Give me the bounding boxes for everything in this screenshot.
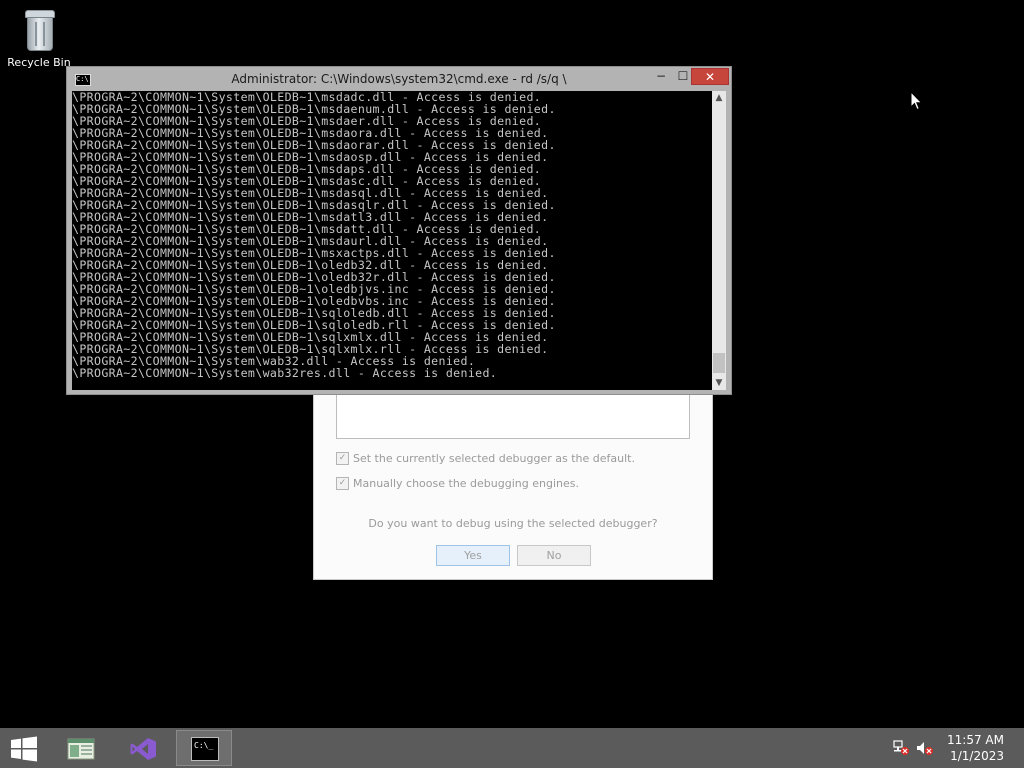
checkbox-checked-icon: ✓ [336, 477, 349, 490]
vertical-scrollbar[interactable]: ▲ ▼ [712, 91, 726, 390]
taskbar-button-explorer[interactable] [52, 730, 108, 766]
cmd-window-title: Administrator: C:\Windows\system32\cmd.e… [231, 72, 567, 86]
command-prompt-icon: C:\_ [191, 737, 219, 761]
visual-studio-icon [130, 738, 156, 760]
volume-muted-icon[interactable] [916, 740, 934, 756]
yes-button[interactable]: Yes [436, 545, 510, 566]
checkbox-label: Set the currently selected debugger as t… [353, 452, 635, 465]
debugger-dialog: ✓ Set the currently selected debugger as… [313, 390, 713, 580]
debugger-list[interactable] [336, 391, 690, 439]
file-explorer-icon [67, 738, 95, 760]
recycle-bin-icon [21, 8, 57, 52]
cmd-client-area[interactable]: \PROGRA~2\COMMON~1\System\OLEDB~1\msdadc… [72, 91, 726, 390]
console-line: \PROGRA~2\COMMON~1\System\wab32res.dll -… [72, 366, 498, 380]
default-debugger-checkbox[interactable]: ✓ Set the currently selected debugger as… [336, 452, 635, 465]
maximize-button[interactable]: ☐ [675, 68, 691, 85]
system-clock[interactable]: 11:57 AM 1/1/2023 [947, 732, 1004, 764]
taskbar: C:\_ 11:57 AM 1/1/2023 [0, 728, 1024, 768]
windows-start-icon[interactable] [10, 736, 38, 762]
network-error-icon[interactable] [892, 740, 910, 756]
no-button[interactable]: No [517, 545, 591, 566]
cmd-window[interactable]: C:\ Administrator: C:\Windows\system32\c… [66, 66, 732, 395]
clock-time: 11:57 AM [947, 733, 1004, 747]
scroll-thumb[interactable] [713, 353, 725, 373]
taskbar-button-command-prompt[interactable]: C:\_ [176, 730, 232, 766]
cmd-icon-text: C:\_ [194, 741, 214, 750]
debug-question: Do you want to debug using the selected … [368, 517, 658, 530]
cmd-titlebar[interactable]: C:\ Administrator: C:\Windows\system32\c… [67, 67, 731, 91]
scroll-up-arrow-icon[interactable]: ▲ [712, 91, 726, 105]
manual-engines-checkbox[interactable]: ✓ Manually choose the debugging engines. [336, 477, 579, 490]
taskbar-button-visual-studio[interactable] [114, 730, 170, 766]
scroll-down-arrow-icon[interactable]: ▼ [712, 376, 726, 390]
mouse-pointer-icon [910, 91, 923, 111]
clock-date: 1/1/2023 [950, 749, 1004, 763]
minimize-button[interactable]: − [653, 68, 669, 85]
console-output[interactable]: \PROGRA~2\COMMON~1\System\OLEDB~1\msdadc… [72, 91, 708, 390]
desktop-icon-recycle-bin[interactable]: Recycle Bin [4, 8, 74, 69]
close-button[interactable]: ✕ [691, 68, 729, 85]
desktop-icon-label: Recycle Bin [7, 56, 71, 69]
checkbox-checked-icon: ✓ [336, 452, 349, 465]
checkbox-label: Manually choose the debugging engines. [353, 477, 579, 490]
